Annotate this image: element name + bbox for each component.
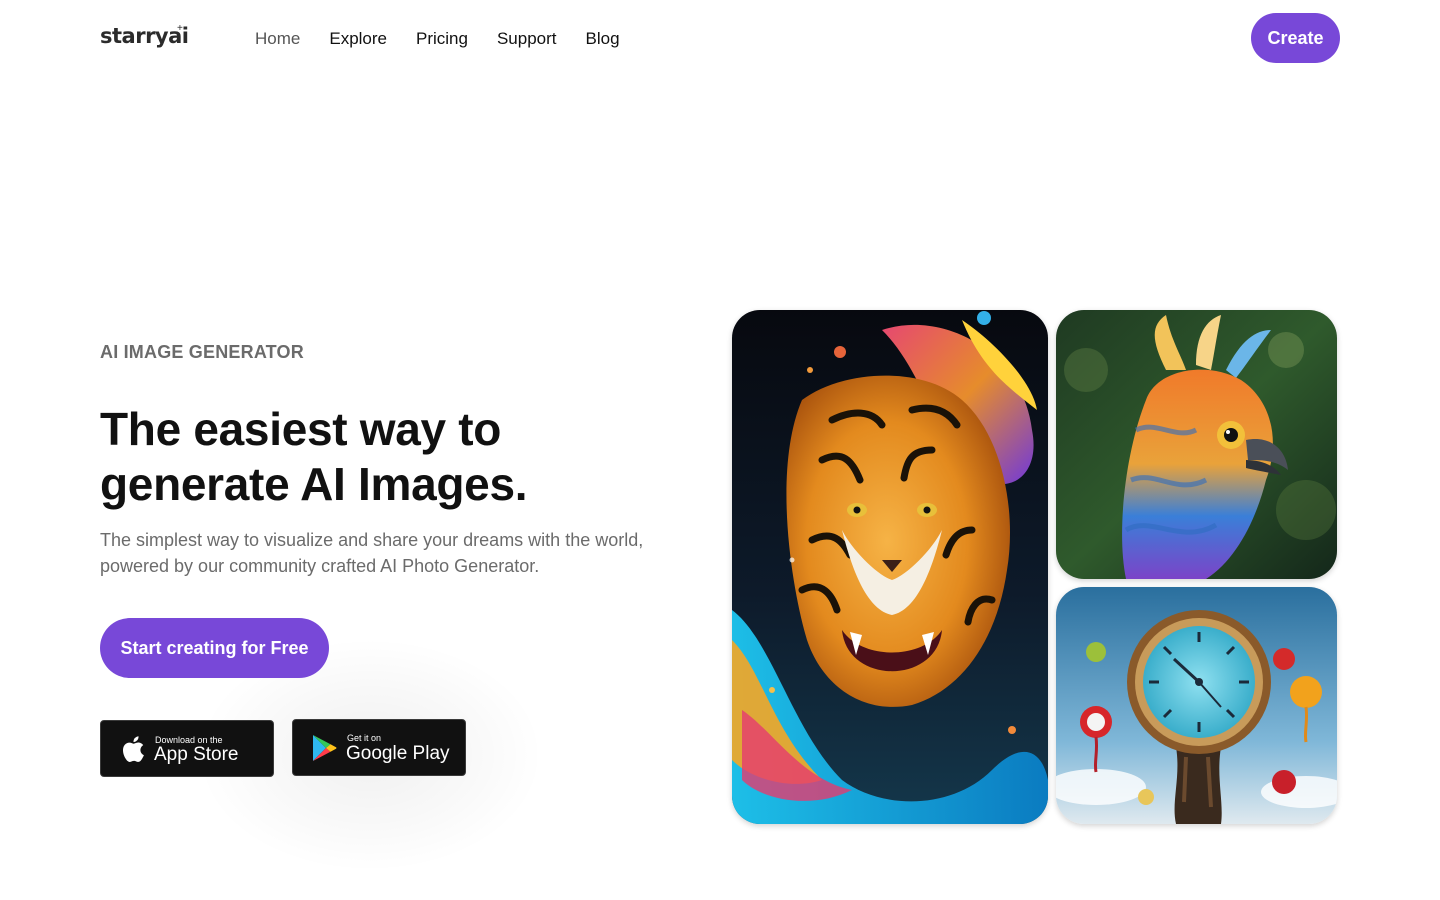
app-store-badge[interactable]: Download on the App Store: [100, 720, 274, 777]
clock-image: [1056, 587, 1337, 824]
google-play-small-text: Get it on: [347, 733, 382, 743]
apple-icon: [119, 734, 145, 764]
google-play-icon: [312, 734, 337, 762]
bird-image: [1056, 310, 1337, 579]
google-play-badge[interactable]: Get it on Google Play: [292, 719, 466, 776]
google-play-big-text: Google Play: [346, 743, 450, 764]
brand-logo[interactable]: starryai: [100, 24, 189, 48]
create-button[interactable]: Create: [1251, 13, 1340, 63]
main-nav: Home Explore Pricing Support Blog: [255, 28, 649, 50]
hero-subtext: The simplest way to visualize and share …: [100, 530, 644, 576]
nav-link-blog[interactable]: Blog: [586, 28, 620, 50]
nav-link-pricing[interactable]: Pricing: [416, 28, 468, 50]
app-store-big-text: App Store: [154, 744, 239, 765]
nav-link-home[interactable]: Home: [255, 28, 300, 50]
hero-headline: The easiest way to generate AI Images.: [100, 403, 528, 510]
landing-page: starryai + Home Explore Pricing Support …: [0, 0, 1440, 900]
nav-link-support[interactable]: Support: [497, 28, 557, 50]
sparkle-icon: +: [177, 23, 183, 34]
hero-eyebrow: AI IMAGE GENERATOR: [100, 342, 304, 362]
start-creating-button[interactable]: Start creating for Free: [100, 618, 329, 678]
site-header: starryai + Home Explore Pricing Support …: [0, 0, 1440, 78]
nav-link-explore[interactable]: Explore: [329, 28, 387, 50]
tiger-image: [732, 310, 1048, 824]
